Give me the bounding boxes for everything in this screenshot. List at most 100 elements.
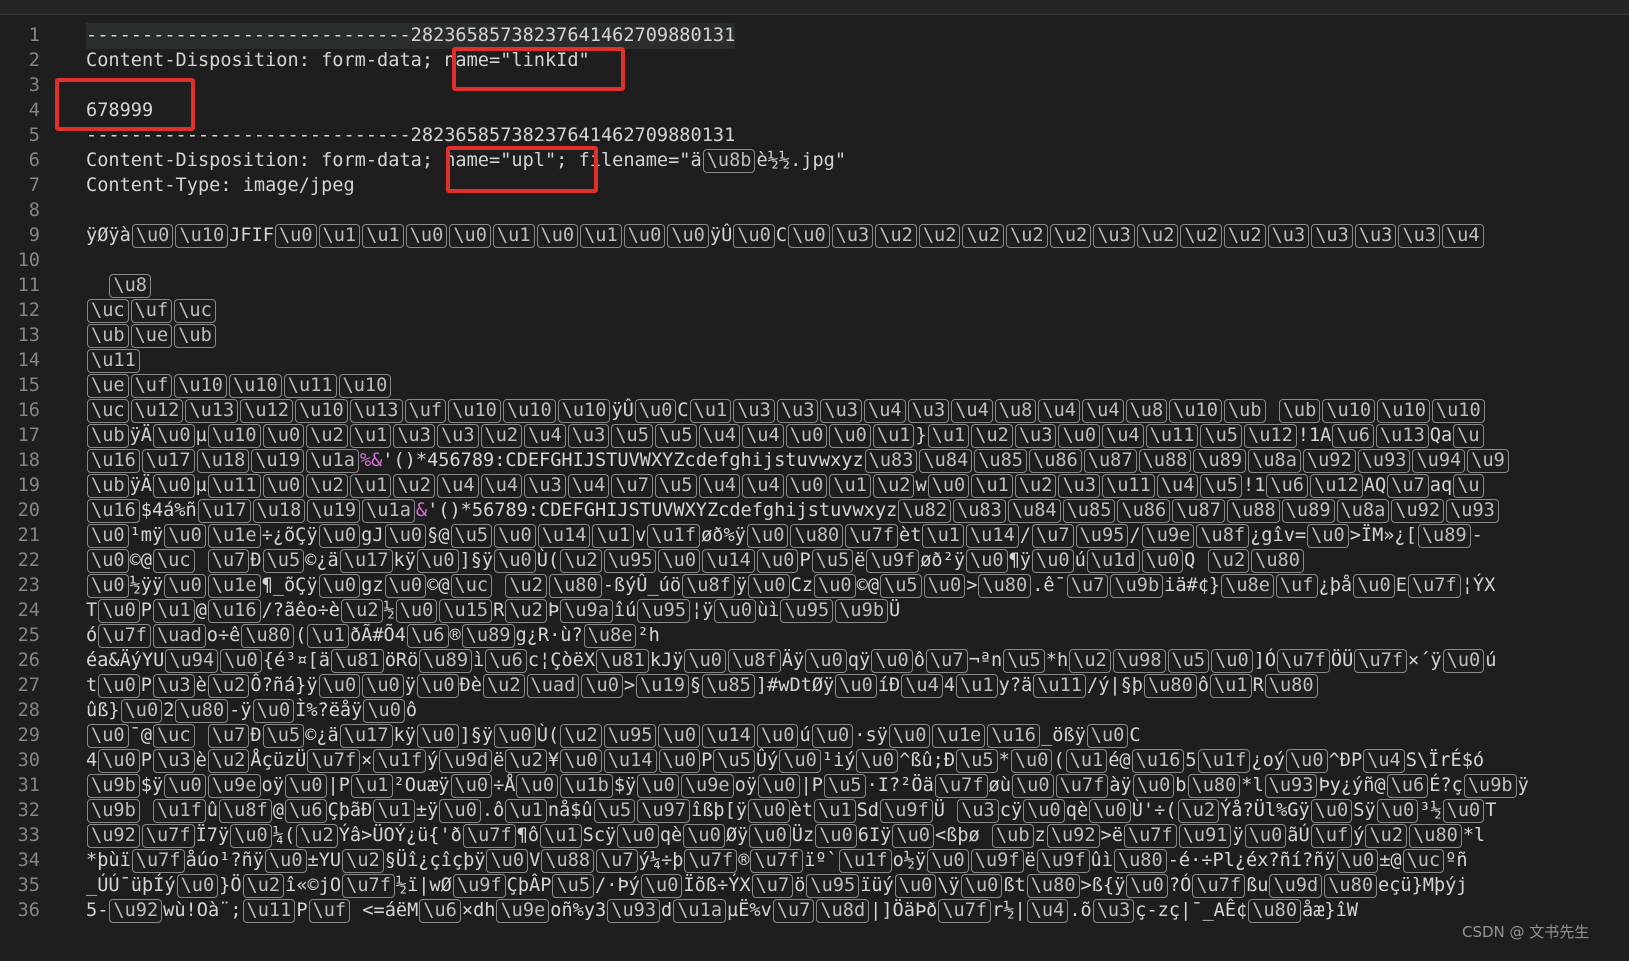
control-char-badge: \u7f — [1354, 649, 1408, 673]
line-number: 23 — [17, 575, 40, 596]
code-line[interactable]: 11 \u8 — [0, 273, 1629, 299]
control-char-badge: \u0 — [416, 724, 459, 748]
control-char-badge: \u0 — [164, 524, 206, 548]
code-text: ¶ô — [516, 825, 540, 846]
code-line[interactable]: 23 \u0 ½ÿÿ \u0 \u1e ¶_õÇÿ \u0 gz \u0 ©@ \uc \u2 \u8… — [0, 573, 1629, 599]
code-line[interactable]: 34 *þùï \u7f åúo¹?ñÿ \u0 ±YU \u2 §Üî¿çîçþÿ \u0 V \… — [0, 848, 1629, 874]
code-text: ú — [799, 725, 811, 746]
code-line[interactable]: 27 t \u0 P \u3 è \u2 Ô?ñá}ÿ \u0 \u0 ÿ \u0 Ðè \u2 \uad \… — [0, 673, 1629, 699]
code-line[interactable]: 32 \u9b \u1f û \u8f @ \u6 ÇþãÐ \u1 ±ÿ \u0 .ô \u1 nå$… — [0, 798, 1629, 824]
control-char-badge: \ub — [174, 324, 216, 348]
code-text: ý¼÷þ — [638, 850, 684, 871]
control-char-badge: \u0 — [923, 574, 966, 598]
code-text: ¥ — [547, 750, 560, 771]
code-line[interactable]: 12 \uc \uf \uc — [0, 298, 1629, 324]
code-line[interactable]: 36 5- \u92 wù!Oà¨; \u11 P \uf <=áëM \u6 ×dh \u9e o… — [0, 898, 1629, 924]
code-line[interactable]: 20 \u16 $4á%ñ \u17 \u18 \u19 \u1a &'()*56789:CD… — [0, 498, 1629, 524]
control-char-badge: \u1 — [872, 424, 915, 448]
code-line[interactable]: 8 — [0, 198, 1629, 224]
code-line[interactable]: 22 \u0 ©@ \uc \u7 Ð \u5 ©¿ä \u17 kÿ \u0]§ÿ \u0 Ù(\u… — [0, 548, 1629, 574]
code-text: Äÿ — [781, 650, 805, 671]
code-text: ©@ — [856, 575, 880, 596]
control-char-badge: \u0 — [384, 524, 427, 548]
control-char-badge: \u80 — [1251, 549, 1304, 573]
code-text: '()*56789:CDEFGHIJSTUVWXYZcdefghijstuvwx… — [427, 500, 898, 521]
control-char-badge: \u9f — [1036, 849, 1090, 873]
code-line[interactable]: 30 4 \u0 P \u3 è \u2 ÅçüzÜ \u7f × \u1f ý \u9d ë \u2 ¥ \u… — [0, 748, 1629, 774]
code-line[interactable]: 21 \u0 ¹mÿ \u0 \u1e ÷¿õÇÿ \u0 gJ \u0 §@ \u5 \u0 \u14… — [0, 523, 1629, 549]
control-char-badge: \u3 — [820, 399, 862, 423]
code-line[interactable]: 13 \ub \ue \ub — [0, 323, 1629, 349]
code-line[interactable]: 26 éa&ÄýYU \u94 \u0 {é³¤[ä \u81 öRö \u89 ì \u6 c¦Ç… — [0, 648, 1629, 674]
code-line[interactable]: 1 -----------------------------2823658573… — [0, 23, 1629, 49]
line-number: 28 — [17, 700, 40, 721]
code-line[interactable]: 17 \ub ÿÄ \u0 µ \u10 \u0 \u2 \u1 \u3 \u3 \u2 \u4 \u3 \… — [0, 423, 1629, 449]
control-char-badge: \u0 — [176, 874, 219, 898]
code-text: Qa — [1429, 425, 1453, 446]
control-char-badge: \u0 — [1032, 549, 1074, 573]
code-line[interactable]: 35 _ÚÚ¯üþÍý \u0}Ö \u2 î«©jO \u7f ½ï|wØ \u9f ÇþÂP… — [0, 873, 1629, 899]
control-char-badge: \u2 — [1224, 224, 1266, 248]
code-line[interactable]: 10 — [0, 248, 1629, 274]
control-char-badge: \u12 — [240, 399, 293, 423]
code-line[interactable]: 4 678999 — [0, 98, 1629, 124]
code-line[interactable]: 15 \ue \uf \u10 \u10 \u11 \u10 — [0, 373, 1629, 399]
code-text: ³½ — [1419, 800, 1442, 821]
line-number: 32 — [17, 800, 40, 821]
control-char-badge: \u0 — [756, 724, 799, 748]
control-char-badge: \u0 — [623, 224, 666, 248]
code-text: ÷Å — [493, 775, 516, 796]
control-char-badge: \u14 — [965, 524, 1019, 548]
control-char-badge: \u82 — [898, 499, 952, 523]
code-text: Ü — [933, 800, 957, 821]
code-text: JFIF — [229, 225, 274, 246]
code-line[interactable]: 18 \u16 \u17 \u18 \u19 \u1a %&'()*456789:CDEFG… — [0, 448, 1629, 474]
control-char-badge: \u91 — [1178, 824, 1232, 848]
code-text: ½ÿÿ — [129, 575, 164, 596]
code-line[interactable]: 25 ó \u7f \uad o÷ê \u80(\u1 ðÃ#Õ4 \u6 ® \u89 g¿R·ù… — [0, 623, 1629, 649]
control-char-badge: \u2 — [1014, 474, 1057, 498]
code-line[interactable]: 5 -----------------------------2823658573… — [0, 123, 1629, 149]
control-char-badge: \u93 — [1446, 499, 1499, 523]
control-char-badge: \u2 — [480, 424, 523, 448]
control-char-badge: \u16 — [207, 599, 261, 623]
code-line[interactable]: 24 T \u0 P \u1 @ \u16/?ãêo÷è \u2 ½ \u0 \u15 R \u2 Þ \u… — [0, 598, 1629, 624]
code-line[interactable]: 7 Content-Type: image/jpeg — [0, 173, 1629, 199]
code-line[interactable]: 31 \u9b $ÿ \u0 \u9e oÿ \u0 |P \u1 ²Ouæÿ \u0 ÷Å \u0 \u… — [0, 773, 1629, 799]
control-char-badge: \u8f — [1196, 524, 1250, 548]
code-line[interactable]: 3 — [0, 73, 1629, 99]
control-char-badge: \u80 — [548, 574, 602, 598]
control-char-badge: \u8f — [728, 649, 781, 673]
code-text: îßþ[ÿ — [691, 800, 748, 821]
control-char-badge: \uc — [152, 724, 195, 748]
control-char-badge: \u89 — [461, 624, 515, 648]
code-text: ÅçüzÜ — [250, 750, 307, 771]
code-line[interactable]: 19 \ub ÿÄ \u0 µ \u11 \u0 \u2 \u1 \u2 \u4 \u4 \u3 \u4 \… — [0, 473, 1629, 499]
code-editor[interactable]: 1 -----------------------------2823658573… — [0, 15, 1629, 961]
control-char-badge: \u0 — [811, 724, 854, 748]
control-char-badge: \u0 — [262, 474, 305, 498]
code-line[interactable]: 2 Content-Disposition: form-data; name="l… — [0, 48, 1629, 74]
code-text: Ýâ>ÜOÝ¿ü{'ð — [338, 825, 462, 846]
control-char-badge: \u8a — [1248, 449, 1301, 473]
control-char-badge: \u88 — [1226, 499, 1280, 523]
code-text: 5 — [1185, 750, 1197, 771]
code-text: /?ãêo÷è — [261, 600, 340, 621]
code-line[interactable]: 16 \uc \u12 \u13 \u12 \u10 \u13 \uf \u10 \u10 \u10… — [0, 398, 1629, 424]
code-line[interactable]: 29 \u0 ¯@ \uc \u7 Ð \u5 ©¿ä \u17 kÿ \u0]§ÿ \u0 Ù(\u… — [0, 723, 1629, 749]
control-char-badge: \u5 — [1167, 649, 1210, 673]
control-char-badge: \u3 — [1267, 224, 1310, 248]
control-char-badge: \u0 — [658, 724, 701, 748]
control-char-badge: \u1 — [956, 674, 998, 698]
code-text: ½ï|wØ — [395, 875, 452, 896]
code-line[interactable]: 14 \u11 — [0, 348, 1629, 374]
control-char-badge: \u0 — [814, 574, 856, 598]
control-char-badge: \u3 — [524, 474, 566, 498]
control-char-badge: \u9b — [87, 774, 140, 798]
control-char-badge: \u0 — [617, 824, 659, 848]
code-line[interactable]: 28 ûß} \u0 2 \u80 -ÿ \u0 Ì%?ëåÿ \u0 ô — [0, 698, 1629, 724]
code-line[interactable]: 33 \u92 \u7f Ï7ÿ \u0 ¼(\u2 Ýâ>ÜOÝ¿ü{'ð \u7f ¶ô \u… — [0, 823, 1629, 849]
code-line[interactable]: 9 ÿØÿà \u0 \u10 JFIF \u0 \u1 \u1 \u0 \u0 \u1 \u0 \u1… — [0, 223, 1629, 249]
code-line[interactable]: 6 Content-Disposition: form-data; name="u… — [0, 148, 1629, 174]
